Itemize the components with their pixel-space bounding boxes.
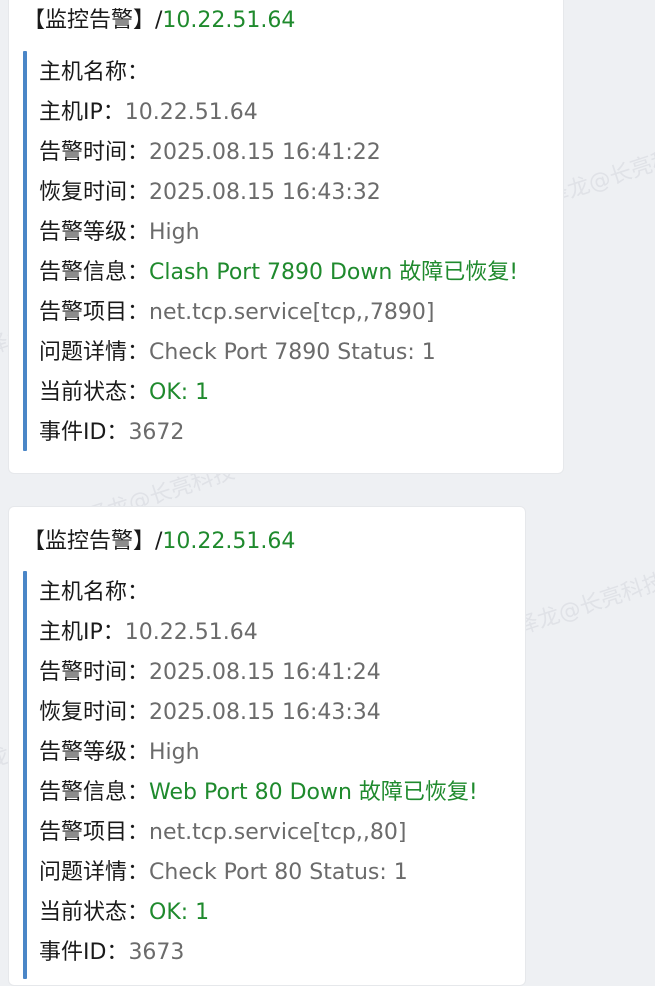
field-value: 10.22.51.64	[124, 620, 258, 645]
alert-title-host: 10.22.51.64	[162, 529, 296, 554]
field-value: 10.22.51.64	[124, 100, 258, 125]
field-label: 主机IP：	[39, 620, 125, 645]
alert-title-host: 10.22.51.64	[162, 8, 296, 33]
field-value: Web Port 80 Down 故障已恢复!	[149, 780, 478, 805]
field-value: Check Port 80 Status: 1	[149, 860, 408, 885]
field-recovery-time: 恢复时间：2025.08.15 16:43:32	[39, 173, 518, 213]
field-label: 告警项目：	[39, 820, 150, 845]
field-problem-detail: 问题详情：Check Port 80 Status: 1	[39, 853, 478, 893]
field-label: 当前状态：	[39, 380, 150, 405]
field-problem-detail: 问题详情：Check Port 7890 Status: 1	[39, 333, 518, 373]
field-label: 事件ID：	[39, 420, 129, 445]
field-label: 告警等级：	[39, 220, 150, 245]
field-current-status: 当前状态：OK: 1	[39, 893, 478, 933]
field-alert-time: 告警时间：2025.08.15 16:41:22	[39, 133, 518, 173]
field-alert-time: 告警时间：2025.08.15 16:41:24	[39, 653, 478, 693]
field-label: 告警项目：	[39, 300, 150, 325]
field-value: 3673	[128, 940, 185, 965]
field-value: 2025.08.15 16:41:24	[149, 660, 381, 685]
alert-title-prefix: 【监控告警】/	[23, 529, 163, 554]
alert-message-card[interactable]: 【监控告警】/10.22.51.64 主机名称： 主机IP：10.22.51.6…	[8, 0, 564, 474]
alert-title-prefix: 【监控告警】/	[23, 8, 163, 33]
alert-fields: 主机名称： 主机IP：10.22.51.64 告警时间：2025.08.15 1…	[39, 53, 518, 453]
alert-title: 【监控告警】/10.22.51.64	[23, 528, 295, 556]
alert-fields: 主机名称： 主机IP：10.22.51.64 告警时间：2025.08.15 1…	[39, 573, 478, 973]
field-severity: 告警等级：High	[39, 733, 478, 773]
field-label: 问题详情：	[39, 340, 150, 365]
field-host-ip: 主机IP：10.22.51.64	[39, 93, 518, 133]
field-event-id: 事件ID：3672	[39, 413, 518, 453]
field-value: Clash Port 7890 Down 故障已恢复!	[149, 260, 519, 285]
field-label: 告警时间：	[39, 140, 150, 165]
field-hostname: 主机名称：	[39, 53, 518, 93]
field-severity: 告警等级：High	[39, 213, 518, 253]
field-alert-message: 告警信息：Web Port 80 Down 故障已恢复!	[39, 773, 478, 813]
field-label: 告警时间：	[39, 660, 150, 685]
field-label: 主机IP：	[39, 100, 125, 125]
field-value: 2025.08.15 16:41:22	[149, 140, 381, 165]
field-recovery-time: 恢复时间：2025.08.15 16:43:34	[39, 693, 478, 733]
field-host-ip: 主机IP：10.22.51.64	[39, 613, 478, 653]
field-value: Check Port 7890 Status: 1	[149, 340, 436, 365]
field-label: 主机名称：	[39, 580, 150, 605]
field-value: OK: 1	[149, 900, 210, 925]
quote-bar	[23, 571, 27, 979]
field-value: 2025.08.15 16:43:34	[149, 700, 381, 725]
field-value: net.tcp.service[tcp,,80]	[149, 820, 407, 845]
field-label: 告警等级：	[39, 740, 150, 765]
field-value: net.tcp.service[tcp,,7890]	[149, 300, 435, 325]
alert-message-card[interactable]: 【监控告警】/10.22.51.64 主机名称： 主机IP：10.22.51.6…	[8, 506, 526, 986]
field-value: 3672	[128, 420, 185, 445]
field-label: 问题详情：	[39, 860, 150, 885]
field-value: High	[149, 740, 200, 765]
field-alert-item: 告警项目：net.tcp.service[tcp,,7890]	[39, 293, 518, 333]
field-current-status: 当前状态：OK: 1	[39, 373, 518, 413]
field-label: 告警信息：	[39, 260, 150, 285]
field-label: 事件ID：	[39, 940, 129, 965]
field-label: 主机名称：	[39, 60, 150, 85]
field-label: 告警信息：	[39, 780, 150, 805]
field-label: 恢复时间：	[39, 180, 150, 205]
field-alert-message: 告警信息：Clash Port 7890 Down 故障已恢复!	[39, 253, 518, 293]
field-hostname: 主机名称：	[39, 573, 478, 613]
field-value: 2025.08.15 16:43:32	[149, 180, 381, 205]
field-label: 恢复时间：	[39, 700, 150, 725]
field-value: High	[149, 220, 200, 245]
field-value: OK: 1	[149, 380, 210, 405]
field-event-id: 事件ID：3673	[39, 933, 478, 973]
field-alert-item: 告警项目：net.tcp.service[tcp,,80]	[39, 813, 478, 853]
alert-title: 【监控告警】/10.22.51.64	[23, 7, 295, 35]
quote-bar	[23, 51, 27, 451]
field-label: 当前状态：	[39, 900, 150, 925]
